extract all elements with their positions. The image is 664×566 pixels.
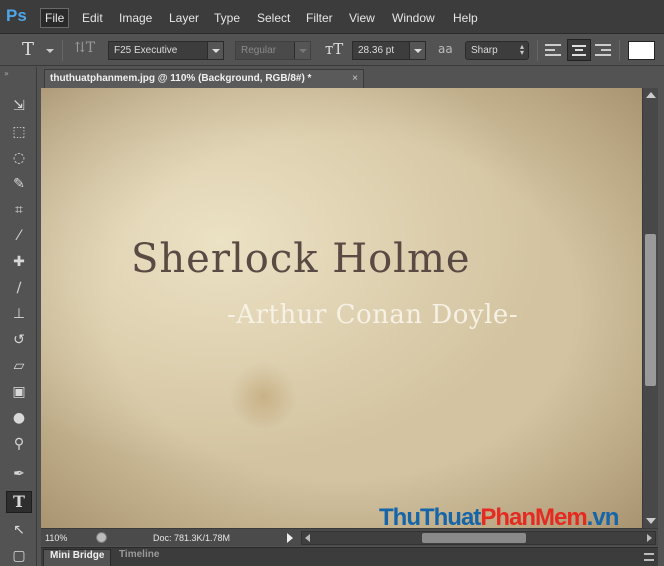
text-color-swatch[interactable] xyxy=(628,41,655,60)
bottom-panel-tabs: Mini Bridge Timeline xyxy=(41,547,658,566)
healing-brush-tool-icon[interactable]: ✚ xyxy=(6,251,32,273)
menu-layer[interactable]: Layer xyxy=(165,10,203,26)
tools-panel: » ⇲ ⬚ ◌ ✎ ⌗ ⁄ ✚ ∕ ⊥ ↺ ▱ ▣ ● ⚲ ✒ T ↖ ▢ xyxy=(0,67,37,566)
font-style-value: Regular xyxy=(241,45,277,56)
eyedropper-tool-icon[interactable]: ⁄ xyxy=(6,225,32,247)
document-tab-title: thuthuatphanmem.jpg @ 110% (Background, … xyxy=(50,73,312,84)
scroll-right-icon[interactable] xyxy=(647,534,652,542)
scroll-up-icon[interactable] xyxy=(646,92,656,98)
menu-edit[interactable]: Edit xyxy=(78,10,107,26)
status-info-icon[interactable] xyxy=(96,532,107,543)
horizontal-scroll-thumb[interactable] xyxy=(422,533,526,543)
dodge-tool-icon[interactable]: ⚲ xyxy=(6,433,32,455)
tool-preset-dropdown-icon[interactable] xyxy=(46,49,54,53)
quick-select-tool-icon[interactable]: ✎ xyxy=(6,173,32,195)
align-left-icon[interactable] xyxy=(545,44,561,56)
pen-tool-icon[interactable]: ✒ xyxy=(6,463,32,485)
font-size-icon: ᴛT xyxy=(325,40,344,58)
type-tool-preset-icon[interactable]: T xyxy=(22,39,34,60)
font-size-select[interactable]: 28.36 pt xyxy=(352,41,426,60)
site-watermark: ThuThuatPhanMem.vn xyxy=(379,504,620,532)
panel-menu-icon[interactable] xyxy=(644,553,654,561)
menu-image[interactable]: Image xyxy=(115,10,156,26)
antialias-value: Sharp xyxy=(471,45,498,56)
watermark-part-2: PhanMem xyxy=(480,504,587,531)
canvas-title-text[interactable]: Sherlock Holme xyxy=(131,236,471,282)
vertical-scroll-thumb[interactable] xyxy=(645,234,656,386)
menu-bar: Ps File Edit Image Layer Type Select Fil… xyxy=(0,0,664,34)
watermark-part-3: .vn xyxy=(586,504,620,531)
font-size-value: 28.36 pt xyxy=(358,45,395,56)
clone-stamp-tool-icon[interactable]: ⊥ xyxy=(6,303,32,325)
options-separator xyxy=(537,40,538,61)
horizontal-scrollbar[interactable] xyxy=(301,531,656,545)
status-menu-arrow-icon[interactable] xyxy=(287,533,293,543)
chevron-down-icon xyxy=(409,42,425,59)
toggle-text-orientation-icon[interactable]: ⇅T xyxy=(74,40,95,56)
menu-help[interactable]: Help xyxy=(449,10,482,26)
menu-window[interactable]: Window xyxy=(388,10,439,26)
options-bar: T ⇅T F25 Executive Regular ᴛT 28.36 pt a… xyxy=(0,35,664,66)
antialias-select[interactable]: Sharp ▴ ▾ xyxy=(465,41,529,60)
zoom-level-field[interactable]: 110% xyxy=(45,531,87,545)
document-size-info: Doc: 781.3K/1.78M xyxy=(153,533,231,543)
type-tool-icon[interactable]: T xyxy=(6,491,32,513)
marquee-tool-icon[interactable]: ⬚ xyxy=(6,121,32,143)
vertical-scrollbar[interactable] xyxy=(642,88,658,528)
history-brush-tool-icon[interactable]: ↺ xyxy=(6,329,32,351)
gradient-tool-icon[interactable]: ▣ xyxy=(6,381,32,403)
menu-select[interactable]: Select xyxy=(253,10,294,26)
align-center-icon xyxy=(572,45,586,56)
tab-timeline[interactable]: Timeline xyxy=(113,549,165,566)
chevron-down-icon xyxy=(207,42,223,59)
collapse-icon[interactable]: » xyxy=(4,69,9,78)
lasso-tool-icon[interactable]: ◌ xyxy=(6,147,32,169)
tab-mini-bridge[interactable]: Mini Bridge xyxy=(43,549,112,566)
canvas-subtitle-text[interactable]: -Arthur Conan Doyle- xyxy=(227,300,518,330)
antialias-icon: aa xyxy=(438,42,453,56)
watermark-part-1: ThuThuat xyxy=(379,504,481,531)
path-select-tool-icon[interactable]: ↖ xyxy=(6,519,32,541)
document-canvas[interactable]: Sherlock Holme -Arthur Conan Doyle- xyxy=(41,88,642,528)
font-style-select[interactable]: Regular xyxy=(235,41,311,60)
menu-file[interactable]: File xyxy=(40,8,70,28)
eraser-tool-icon[interactable]: ▱ xyxy=(6,355,32,377)
rectangle-tool-icon[interactable]: ▢ xyxy=(6,545,32,566)
crop-tool-icon[interactable]: ⌗ xyxy=(6,199,32,221)
menu-view[interactable]: View xyxy=(345,10,379,26)
scroll-left-icon[interactable] xyxy=(305,534,310,542)
menu-filter[interactable]: Filter xyxy=(302,10,337,26)
scroll-down-icon[interactable] xyxy=(646,518,656,524)
document-tab[interactable]: thuthuatphanmem.jpg @ 110% (Background, … xyxy=(44,69,364,88)
chevron-down-icon xyxy=(294,42,310,59)
brush-tool-icon[interactable]: ∕ xyxy=(6,277,32,299)
font-family-value: F25 Executive xyxy=(114,45,178,56)
photoshop-window: Ps File Edit Image Layer Type Select Fil… xyxy=(0,0,664,566)
align-center-button[interactable] xyxy=(567,39,591,61)
blur-tool-icon[interactable]: ● xyxy=(6,407,32,429)
options-separator xyxy=(62,40,63,61)
close-icon[interactable]: × xyxy=(352,70,358,88)
updown-arrows-icon: ▴ ▾ xyxy=(519,42,524,57)
options-separator xyxy=(619,40,620,61)
move-tool-icon[interactable]: ⇲ xyxy=(6,95,32,117)
menu-type[interactable]: Type xyxy=(210,10,244,26)
align-right-icon[interactable] xyxy=(595,44,611,56)
app-logo: Ps xyxy=(6,6,27,25)
font-family-select[interactable]: F25 Executive xyxy=(108,41,224,60)
